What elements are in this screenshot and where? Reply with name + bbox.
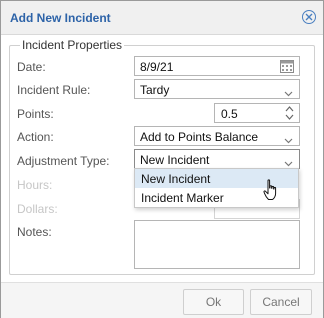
- chevron-down-icon: [284, 86, 293, 98]
- incident-rule-select[interactable]: Tardy: [134, 79, 300, 99]
- points-stepper[interactable]: 0.5: [214, 103, 300, 123]
- points-label: Points:: [17, 107, 54, 121]
- action-value: Add to Points Balance: [140, 130, 259, 144]
- cancel-button[interactable]: Cancel: [250, 289, 312, 315]
- ok-button[interactable]: Ok: [183, 289, 244, 315]
- add-incident-dialog: Add New Incident Incident Properties Dat…: [0, 0, 324, 318]
- incident-rule-value: Tardy: [140, 83, 170, 97]
- adjustment-type-value: New Incident: [140, 153, 210, 167]
- points-value: 0.5: [221, 107, 238, 121]
- adjustment-type-label: Adjustment Type:: [17, 154, 110, 168]
- close-icon[interactable]: [302, 10, 316, 24]
- chevron-down-icon: [284, 133, 293, 145]
- dollars-label: Dollars:: [17, 202, 58, 216]
- dialog-footer: Ok Cancel: [1, 282, 323, 318]
- dialog-title: Add New Incident: [10, 11, 111, 25]
- action-label: Action:: [17, 130, 54, 144]
- notes-textarea[interactable]: [134, 220, 300, 269]
- calendar-icon[interactable]: [280, 59, 294, 75]
- incident-properties-legend: Incident Properties: [20, 38, 125, 52]
- date-field[interactable]: 8/9/21: [134, 56, 300, 76]
- spinner-icon[interactable]: [285, 105, 294, 122]
- dialog-titlebar: Add New Incident: [1, 1, 323, 35]
- hand-pointer-icon: [263, 179, 279, 204]
- date-label: Date:: [17, 60, 46, 74]
- adjustment-type-select[interactable]: New Incident: [134, 149, 300, 169]
- hours-label: Hours:: [17, 178, 53, 192]
- notes-label: Notes:: [17, 225, 52, 239]
- incident-rule-label: Incident Rule:: [17, 83, 91, 97]
- action-select[interactable]: Add to Points Balance: [134, 126, 300, 146]
- date-value: 8/9/21: [140, 60, 174, 74]
